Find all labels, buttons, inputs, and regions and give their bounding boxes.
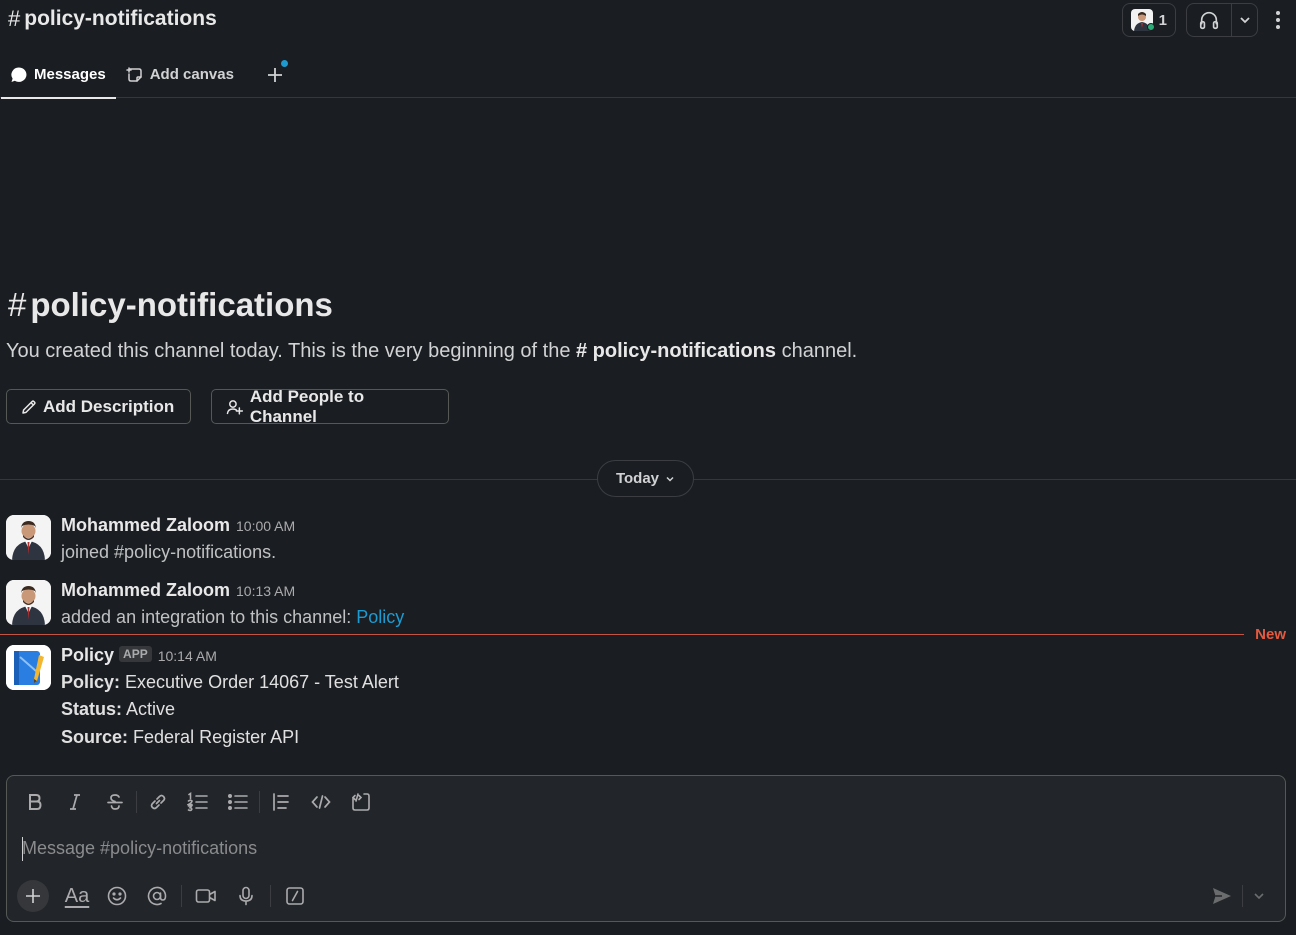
mention-icon[interactable] bbox=[137, 880, 177, 912]
chevron-down-icon bbox=[666, 476, 674, 482]
author-label: Mohammed Zaloom bbox=[61, 580, 231, 600]
message-item[interactable]: Mohammed Zaloom 10:00 AM joined #policy-n… bbox=[6, 515, 1286, 565]
message-item[interactable]: Policy APP 10:14 AM Policy: Executive Orde… bbox=[6, 645, 1286, 755]
attach-plus-icon[interactable] bbox=[17, 880, 49, 912]
canvas-icon bbox=[125, 66, 142, 82]
field-label: Policy: bbox=[61, 672, 121, 692]
date-divider-button[interactable]: Today bbox=[597, 460, 694, 497]
composer-actions: Aa bbox=[17, 880, 315, 912]
message-text-part: added an integration to this channel: bbox=[61, 607, 357, 627]
schedule-chevron-icon[interactable] bbox=[1243, 880, 1275, 912]
text-formatting-button[interactable]: Aa bbox=[57, 880, 97, 912]
author-label: Policy bbox=[61, 645, 115, 665]
message-text: joined #policy-notifications. bbox=[61, 542, 277, 562]
author-name[interactable]: Mohammed Zaloom 10:13 AM bbox=[61, 580, 295, 601]
hash-icon: # bbox=[8, 6, 21, 31]
intro-title: # policy-notifications bbox=[8, 286, 333, 324]
chevron-down-icon[interactable] bbox=[1231, 4, 1257, 36]
timestamp[interactable]: 10:14 AM bbox=[158, 648, 217, 664]
message-line: Status: Active bbox=[61, 699, 175, 720]
aa-label: Aa bbox=[64, 884, 90, 907]
button-label: Add Description bbox=[43, 396, 175, 416]
intro-text-before: You created this channel today. This is … bbox=[6, 340, 576, 362]
tab-add-canvas[interactable]: Add canvas bbox=[116, 52, 244, 98]
field-label: Status: bbox=[61, 699, 123, 719]
tab-label: Messages bbox=[34, 66, 106, 83]
toolbar-divider bbox=[259, 791, 260, 813]
ordered-list-icon[interactable] bbox=[178, 786, 218, 818]
channel-name: policy-notifications bbox=[24, 7, 217, 30]
avatar[interactable] bbox=[6, 515, 51, 560]
add-description-button[interactable]: Add Description bbox=[6, 389, 191, 424]
hash-icon: # bbox=[8, 286, 27, 323]
intro-text: You created this channel today. This is … bbox=[6, 340, 857, 363]
author-label: Mohammed Zaloom bbox=[61, 515, 231, 535]
unread-dot bbox=[280, 59, 288, 67]
message-line: Policy: Executive Order 14067 - Test Ale… bbox=[61, 672, 399, 693]
code-block-icon[interactable] bbox=[341, 786, 381, 818]
message-line: Source: Federal Register API bbox=[61, 727, 299, 748]
code-icon[interactable] bbox=[301, 786, 341, 818]
presence-icon bbox=[1146, 23, 1155, 31]
send-controls bbox=[1202, 880, 1275, 912]
field-label: Source: bbox=[61, 727, 129, 747]
header-actions: 1 bbox=[1121, 3, 1288, 37]
timestamp[interactable]: 10:00 AM bbox=[236, 518, 295, 534]
intro-channel-name: policy-notifications bbox=[30, 286, 333, 323]
app-badge: APP bbox=[119, 646, 152, 662]
video-icon[interactable] bbox=[186, 880, 226, 912]
more-options-icon[interactable] bbox=[1268, 3, 1288, 37]
field-value: Active bbox=[122, 699, 176, 719]
intro-channel-ref[interactable]: # policy-notifications bbox=[576, 340, 776, 362]
channel-title[interactable]: # policy-notifications bbox=[8, 6, 217, 32]
toolbar-divider bbox=[136, 791, 137, 813]
message-text: added an integration to this channel: Po… bbox=[61, 607, 404, 628]
tab-messages[interactable]: Messages bbox=[0, 52, 116, 99]
app-avatar-notebook-icon[interactable] bbox=[6, 645, 51, 690]
send-icon[interactable] bbox=[1202, 880, 1242, 912]
pencil-icon bbox=[22, 399, 36, 414]
field-value: Federal Register API bbox=[128, 727, 300, 747]
blockquote-icon[interactable] bbox=[261, 786, 301, 818]
new-messages-label: New bbox=[1255, 626, 1286, 643]
avatar[interactable] bbox=[6, 580, 51, 625]
message-composer: Message #policy-notifications Aa bbox=[6, 775, 1286, 922]
message-item[interactable]: Mohammed Zaloom 10:13 AM added an integra… bbox=[6, 580, 1286, 630]
intro-text-after: channel. bbox=[776, 340, 858, 362]
channel-tabs: Messages Add canvas bbox=[0, 52, 1296, 99]
add-people-button[interactable]: Add People to Channel bbox=[211, 386, 449, 426]
integration-link[interactable]: Policy bbox=[356, 607, 404, 627]
author-name[interactable]: Policy APP 10:14 AM bbox=[61, 645, 217, 666]
microphone-icon[interactable] bbox=[226, 880, 266, 912]
message-input[interactable]: Message #policy-notifications bbox=[22, 838, 257, 859]
strikethrough-icon[interactable] bbox=[95, 786, 135, 818]
headphones-icon[interactable] bbox=[1187, 4, 1231, 36]
slash-command-icon[interactable] bbox=[275, 880, 315, 912]
link-icon[interactable] bbox=[138, 786, 178, 818]
bulleted-list-icon[interactable] bbox=[218, 786, 258, 818]
italic-icon[interactable] bbox=[55, 786, 95, 818]
author-name[interactable]: Mohammed Zaloom 10:00 AM bbox=[61, 515, 295, 536]
new-messages-line bbox=[0, 634, 1244, 635]
huddle-control bbox=[1186, 3, 1258, 37]
emoji-icon[interactable] bbox=[97, 880, 137, 912]
formatting-toolbar bbox=[15, 786, 381, 818]
add-person-icon bbox=[226, 399, 244, 415]
plus-icon bbox=[267, 67, 282, 82]
button-label: Add People to Channel bbox=[249, 386, 365, 426]
bold-icon[interactable] bbox=[15, 786, 55, 818]
member-count: 1 bbox=[1158, 11, 1167, 29]
timestamp[interactable]: 10:13 AM bbox=[236, 583, 295, 599]
toolbar-divider bbox=[181, 885, 182, 907]
field-value: Executive Order 14067 - Test Alert bbox=[120, 672, 399, 692]
members-button[interactable]: 1 bbox=[1121, 3, 1176, 37]
toolbar-divider bbox=[270, 885, 271, 907]
date-label: Today bbox=[615, 470, 660, 487]
message-bubble-icon bbox=[11, 66, 27, 82]
add-tab-button[interactable] bbox=[244, 52, 294, 98]
tab-label: Add canvas bbox=[149, 66, 234, 83]
